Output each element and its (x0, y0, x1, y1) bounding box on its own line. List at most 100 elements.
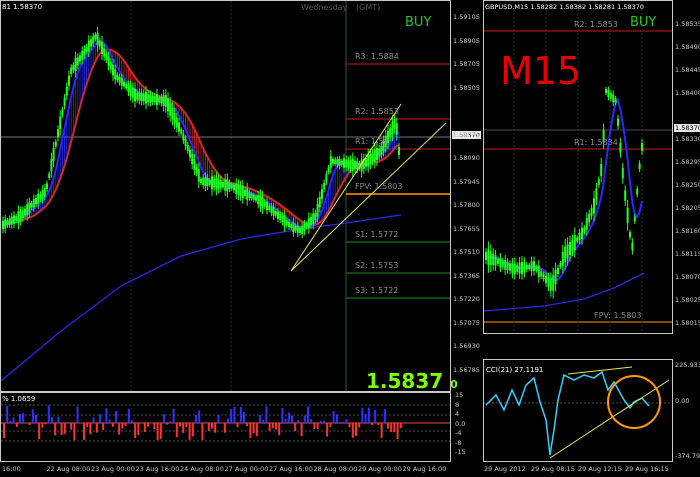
candle-body (191, 153, 194, 165)
left-price-chart[interactable]: 81 1.58370 Wednesday (GMT) BUY 1.5837 0 … (0, 0, 458, 393)
time-tick: 24 Aug 08:00 (180, 465, 224, 473)
candle-body (617, 118, 619, 126)
candle-body (614, 98, 617, 103)
candle-body (87, 40, 90, 52)
candle-body (545, 275, 547, 284)
candle-body (83, 48, 86, 56)
long-moving-average (1, 214, 402, 382)
timeframe-label: M15 (500, 49, 582, 93)
candle-body (134, 88, 136, 102)
time-tick: 29 Aug 16:15 (625, 465, 669, 473)
candle-body (208, 180, 211, 185)
candle-body (116, 74, 119, 81)
candle-body (127, 84, 130, 93)
time-tick: 28 Aug 08:00 (313, 465, 358, 473)
candle-body (15, 216, 18, 221)
candle-body (638, 163, 641, 170)
candle-body (228, 182, 231, 189)
candle-body (96, 33, 99, 46)
indicator-tick: 0.00 (675, 397, 690, 405)
price-tick: 1.56785 (453, 365, 480, 374)
candle-body (112, 64, 114, 76)
candle-body (294, 225, 297, 231)
candle-body (314, 213, 317, 221)
candle-body (378, 148, 381, 157)
candle-body (21, 210, 24, 219)
candle-body (489, 251, 492, 266)
pivot-label: R2: 1.5853 (574, 20, 618, 29)
candle-body (585, 218, 588, 230)
candle-body (266, 201, 268, 211)
candle-body (35, 197, 37, 205)
candle-body (123, 81, 125, 87)
candle-body (184, 138, 187, 147)
candle-body (65, 86, 68, 96)
pivot-label: R1: 1.58 (355, 137, 389, 146)
candle-body (636, 188, 639, 195)
price-tick: 1.58490 (675, 43, 700, 51)
candle-body (138, 92, 141, 101)
left-indicator-panel[interactable]: % 1.0659 (0, 392, 451, 462)
candle-body (114, 69, 117, 80)
candle-body (535, 266, 538, 271)
right-indicator-panel[interactable]: CCI(21) 27.1191 (483, 359, 673, 462)
candle-body (202, 177, 205, 185)
candle-body (237, 184, 240, 195)
price-tick: 1.58015 (675, 319, 700, 327)
candle-body (151, 95, 154, 102)
right-indicator-axis: 225.933 0.00 -374.795 (673, 359, 700, 462)
candle-body (641, 143, 643, 151)
candle-body (178, 122, 180, 132)
candle-body (332, 158, 334, 164)
left-chart-header: 81 1.58370 (2, 3, 43, 11)
candle-body (376, 148, 378, 160)
price-tick: 1.58160 (675, 227, 700, 235)
candle-body (340, 160, 343, 165)
candle-body (30, 203, 33, 208)
candle-body (318, 196, 321, 208)
right-price-axis: 1.58535 1.58490 1.58445 1.58400 1.58370 1.583… (673, 0, 700, 334)
price-tick: 1.57655 (453, 224, 480, 233)
candle-body (279, 213, 282, 221)
indicator-tick: 225.933 (675, 361, 700, 369)
candle-body (263, 201, 266, 207)
candle-body (533, 261, 535, 271)
indicator-tick: 0.0 (455, 419, 466, 428)
candle-body (504, 260, 507, 270)
candle-body (217, 179, 220, 189)
candle-body (312, 213, 315, 225)
left-time-axis: 16:00 22 Aug 08:00 23 Aug 00:00 23 Aug 16:0… (0, 462, 451, 477)
candle-body (252, 195, 255, 200)
price-tick: 1.57800 (453, 201, 480, 209)
candle-body (48, 173, 51, 178)
right-indicator-canvas (484, 366, 672, 459)
candle-body (323, 182, 326, 190)
candle-body (74, 58, 77, 71)
time-tick: 23 Aug 16:00 (135, 465, 180, 473)
candle-body (373, 149, 376, 163)
left-signal-label: BUY (405, 15, 432, 30)
big-price-readout: 1.5837 0 (366, 369, 458, 393)
candle-body (518, 262, 521, 274)
candle-body (389, 128, 392, 138)
candle-body (10, 216, 13, 225)
left-price-axis: 1.59105 1.58905 1.58705 1.58505 1.58370 1.582… (451, 0, 481, 392)
candle-body (68, 75, 70, 86)
candle-body (597, 179, 600, 185)
price-tick: 1.58070 (675, 273, 700, 281)
indicator-tick: -15 (455, 448, 466, 456)
pivot-label: FPV: 1.5803 (355, 182, 403, 191)
indicator-tick: 4 (455, 410, 460, 418)
price-tick: 1.57510 (453, 248, 480, 256)
right-price-chart[interactable]: GBPUSD,M15 1.58282 1.58382 1.58281 1.583… (483, 0, 673, 334)
pivot-label: R3: 1.5884 (355, 52, 399, 61)
candle-body (164, 95, 167, 107)
candle-body (395, 123, 398, 135)
candle-body (349, 159, 352, 169)
price-tick: 1.58295 (675, 158, 700, 166)
candle-body (197, 169, 200, 182)
pivot-label: R1: 1.5834 (574, 138, 618, 147)
price-tick: 1.56930 (453, 342, 480, 350)
right-signal-label: BUY (630, 15, 657, 30)
candle-body (303, 223, 306, 232)
